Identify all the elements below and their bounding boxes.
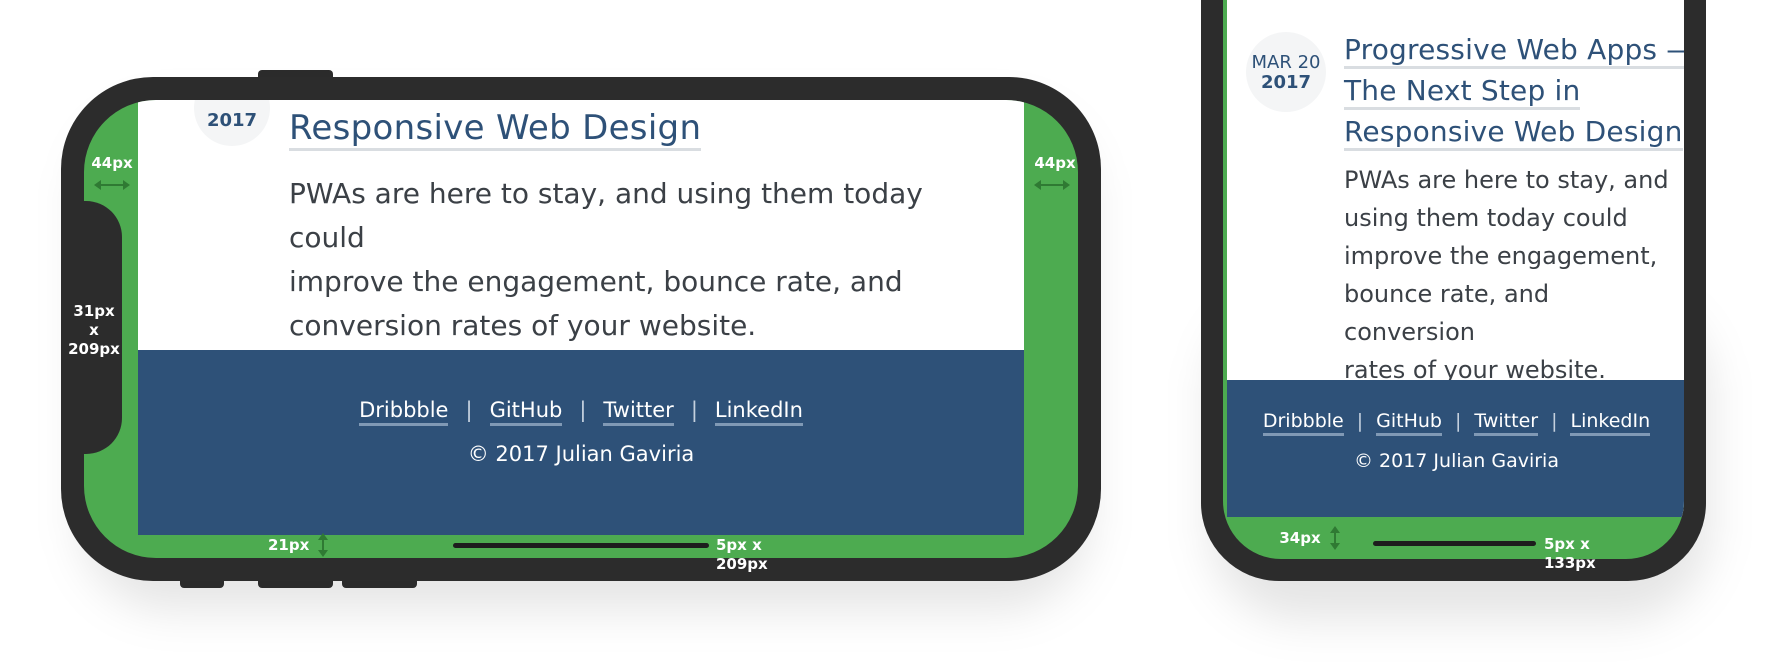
post-date-year: 2017 [1260,72,1312,93]
double-arrow-vertical-icon [318,533,328,557]
post-excerpt: PWAs are here to stay, and using them to… [289,172,989,348]
double-arrow-vertical-icon [1330,526,1340,550]
post-date-month: MAR 20 [1251,52,1321,73]
footer-separator: | [465,398,473,422]
post-date-badge: 2017 [194,100,270,146]
landscape-safe-area: 2017 Responsive Web Design PWAs are here… [84,100,1078,558]
post-excerpt-line: using them today could [1344,204,1628,232]
post-title-link[interactable]: Responsive Web Design [289,108,702,151]
annotation-notch-height: 209px [68,340,120,358]
post-excerpt-line: improve the engagement, bounce rate, and [289,265,903,298]
portrait-home-indicator [1373,541,1536,546]
double-arrow-horizontal-icon [94,180,130,190]
annotation-home-indicator-size: 5px x 209px [716,536,768,573]
post-title-line[interactable]: The Next Step in [1344,75,1581,110]
footer-separator: | [690,398,698,422]
footer-link-dribbble[interactable]: Dribbble [1262,410,1344,436]
footer-link-twitter[interactable]: Twitter [603,398,674,426]
post-title-line[interactable]: Responsive Web Design [289,108,702,151]
annotation-notch-width: 31px [73,302,115,320]
portrait-safe-area: MAR 20 2017 Progressive Web Apps — The N… [1223,0,1684,559]
footer-links: Dribbble | GitHub | Twitter | LinkedIn [1227,410,1684,436]
post-date-year: 2017 [206,110,258,131]
landscape-web-content: 2017 Responsive Web Design PWAs are here… [138,100,1024,535]
double-arrow-horizontal-icon [1034,180,1070,190]
post-excerpt: PWAs are here to stay, and using them to… [1344,161,1684,389]
footer-separator: | [1356,410,1364,432]
footer-links: Dribbble | GitHub | Twitter | LinkedIn [138,398,1024,426]
footer-separator: | [1454,410,1462,432]
post-excerpt-line: improve the engagement, [1344,242,1658,270]
portrait-phone: MAR 20 2017 Progressive Web Apps — The N… [1201,0,1706,581]
post-excerpt-line: bounce rate, and conversion [1344,280,1550,346]
portrait-web-content: MAR 20 2017 Progressive Web Apps — The N… [1227,0,1684,517]
footer-link-dribbble[interactable]: Dribbble [359,398,449,426]
post-excerpt-line: PWAs are here to stay, and using them to… [289,177,923,254]
post-title-line[interactable]: Responsive Web Design [1344,116,1683,151]
post-date-badge: MAR 20 2017 [1246,32,1326,112]
landscape-home-indicator [453,543,709,548]
footer-separator: | [1551,410,1558,432]
annotation-left-inset: 44px [91,154,133,172]
annotation-notch-x: x [89,321,99,339]
post-title-line[interactable]: Progressive Web Apps — [1344,34,1684,69]
site-footer: Dribbble | GitHub | Twitter | LinkedIn © 2017 … [138,350,1024,535]
footer-copyright: © 2017 Julian Gaviria [467,442,695,466]
footer-separator: | [579,398,587,422]
footer-link-twitter[interactable]: Twitter [1474,410,1539,436]
footer-link-linkedin[interactable]: LinkedIn [1570,410,1651,436]
footer-link-linkedin[interactable]: LinkedIn [714,398,803,426]
post-title-link[interactable]: Progressive Web Apps — The Next Step in … [1344,32,1684,155]
post-excerpt-line: PWAs are here to stay, and [1344,166,1669,194]
site-footer: Dribbble | GitHub | Twitter | LinkedIn © 2017 … [1227,380,1684,517]
footer-copyright: © 2017 Julian Gaviria [1354,450,1559,472]
annotation-bottom-inset: 34px [1279,529,1321,547]
landscape-phone: 2017 Responsive Web Design PWAs are here… [61,77,1101,581]
footer-link-github[interactable]: GitHub [1376,410,1442,436]
annotation-bottom-inset: 21px [268,536,310,554]
annotation-right-inset: 44px [1034,154,1076,172]
footer-link-github[interactable]: GitHub [489,398,563,426]
post-excerpt-line: conversion rates of your website. [289,309,757,342]
annotation-notch-size: 31px x 209px [66,302,122,359]
annotation-home-indicator-size: 5px x 133px [1544,535,1596,572]
